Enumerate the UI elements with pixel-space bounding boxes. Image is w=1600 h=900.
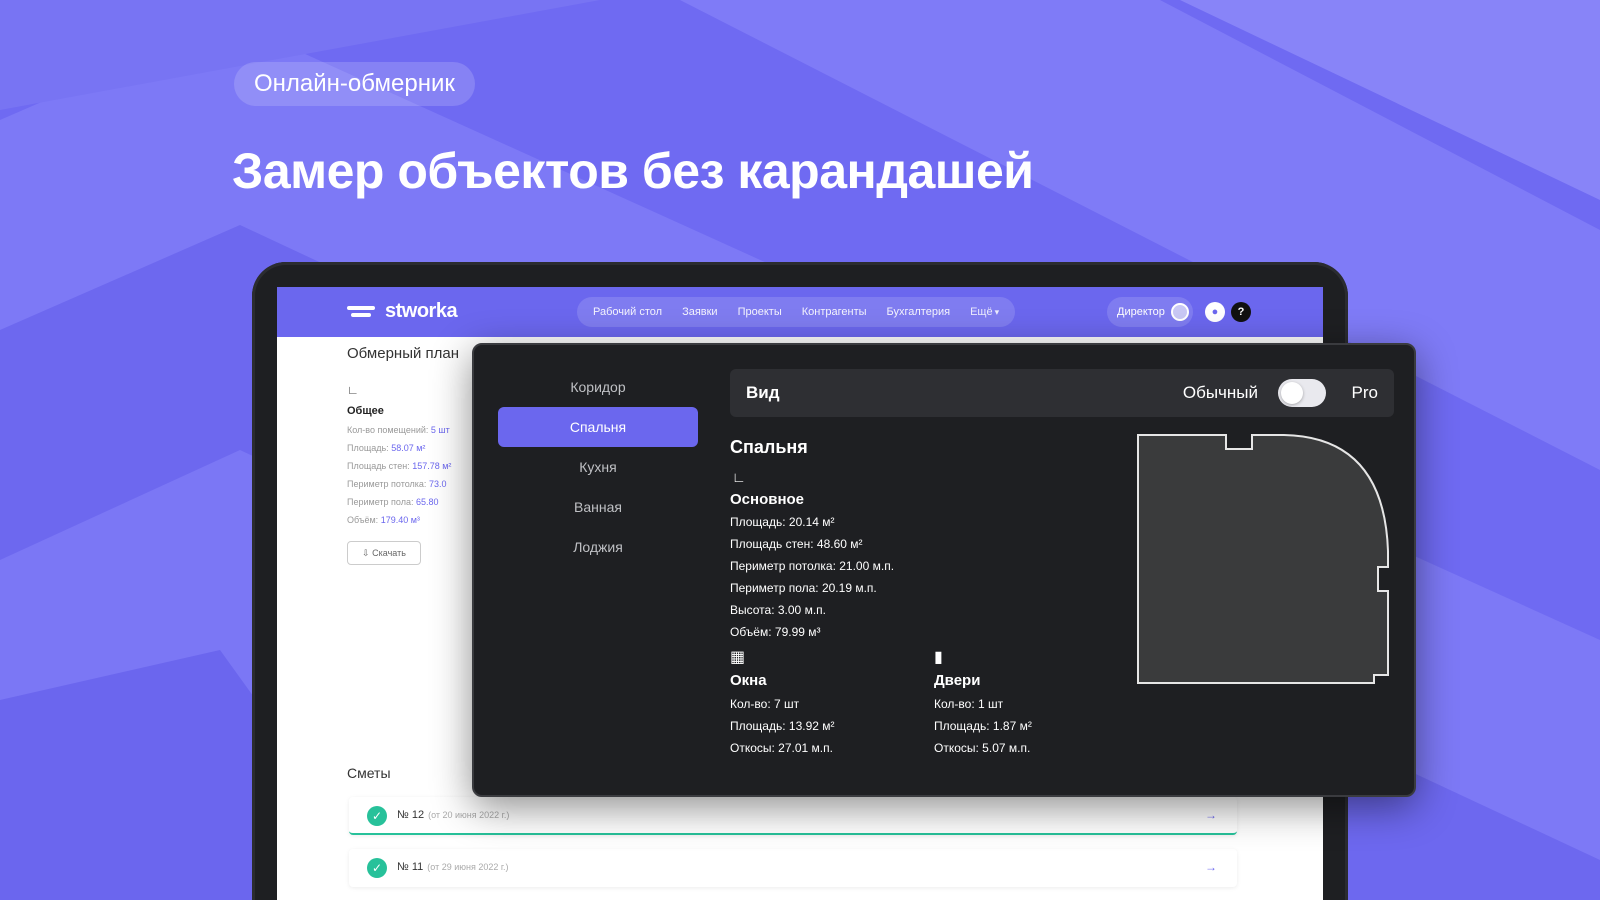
summary-item: Объём: 179.40 м³	[347, 515, 420, 525]
nav-item-more[interactable]: Ещё ▾	[960, 306, 1009, 318]
doors-section: ▮ Двери Кол-во: 1 шт Площадь: 1.87 м² От…	[934, 647, 1032, 759]
logo[interactable]: stworka	[347, 300, 458, 323]
download-button[interactable]: ⇩ Скачать	[347, 541, 421, 565]
summary-item: Кол-во помещений: 5 шт	[347, 425, 450, 435]
logo-mark-icon	[347, 305, 375, 319]
view-label: Вид	[746, 383, 780, 402]
windows-count: Кол-во: 7 шт	[730, 697, 800, 711]
estimate-number: № 12 (от 20 июня 2022 г.)	[397, 809, 510, 821]
summary-item: Площадь стен: 157.78 м²	[347, 461, 452, 471]
nav-item-desktop[interactable]: Рабочий стол	[583, 306, 672, 318]
chevron-down-icon: ▾	[994, 307, 1000, 317]
main-metrics: Площадь: 20.14 м² Площадь стен: 48.60 м²…	[730, 511, 894, 643]
metric-ceiling-perimeter: Периметр потолка: 21.00 м.п.	[730, 559, 895, 573]
arrow-right-icon[interactable]: →	[1205, 808, 1217, 822]
arrow-right-icon[interactable]: →	[1205, 860, 1217, 874]
room-measure-panel: Коридор Спальня Кухня Ванная Лоджия Вид …	[472, 343, 1416, 797]
user-role: Директор	[1117, 306, 1165, 318]
check-icon: ✓	[367, 858, 387, 878]
doors-heading: Двери	[934, 672, 981, 689]
page-title: Обмерный план	[347, 345, 460, 362]
room-item-corridor[interactable]: Коридор	[498, 367, 698, 407]
toggle-knob	[1281, 382, 1303, 404]
corner-icon: ∟	[347, 383, 359, 397]
download-button-label: Скачать	[372, 548, 406, 558]
help-icon[interactable]: ?	[1231, 302, 1251, 322]
room-item-bathroom[interactable]: Ванная	[498, 487, 698, 527]
estimates-title: Сметы	[347, 765, 391, 781]
avatar	[1170, 303, 1189, 321]
windows-slopes: Откосы: 27.01 м.п.	[730, 741, 833, 755]
summary-item: Периметр пола: 65.80	[347, 497, 439, 507]
room-list: Коридор Спальня Кухня Ванная Лоджия	[498, 367, 698, 567]
nav-item-contractors[interactable]: Контрагенты	[792, 306, 877, 318]
mode-normal-label: Обычный	[1182, 383, 1258, 402]
doors-slopes: Откосы: 5.07 м.п.	[934, 741, 1031, 755]
windows-section: ▦ Окна Кол-во: 7 шт Площадь: 13.92 м² От…	[730, 647, 835, 759]
table-row[interactable]: ✓ № 12 (от 20 июня 2022 г.) →	[349, 797, 1237, 835]
metric-floor-perimeter: Периметр пола: 20.19 м.п.	[730, 581, 877, 595]
metric-volume: Объём: 79.99 м³	[730, 625, 821, 639]
room-item-kitchen[interactable]: Кухня	[498, 447, 698, 487]
window-icon: ▦	[730, 649, 746, 666]
corner-icon: ∟	[732, 469, 746, 485]
nav-more-label: Ещё	[970, 306, 993, 318]
nav-item-accounting[interactable]: Бухгалтерия	[877, 306, 961, 318]
floor-plan-drawing[interactable]	[1134, 431, 1396, 687]
nav-item-requests[interactable]: Заявки	[672, 306, 728, 318]
summary-heading: Общее	[347, 405, 384, 417]
metric-height: Высота: 3.00 м.п.	[730, 603, 826, 617]
windows-area: Площадь: 13.92 м²	[730, 719, 835, 733]
doors-count: Кол-во: 1 шт	[934, 697, 1004, 711]
metric-wall-area: Площадь стен: 48.60 м²	[730, 537, 863, 551]
nav-item-projects[interactable]: Проекты	[728, 306, 792, 318]
mode-pro-label: Pro	[1351, 383, 1378, 402]
app-header: stworka Рабочий стол Заявки Проекты Конт…	[277, 287, 1323, 337]
top-nav: Рабочий стол Заявки Проекты Контрагенты …	[577, 297, 1016, 327]
logo-text: stworka	[385, 300, 458, 322]
mode-toggle[interactable]	[1278, 379, 1326, 407]
check-icon: ✓	[367, 806, 387, 826]
summary-item: Периметр потолка: 73.0	[347, 479, 447, 489]
view-bar: Вид Обычный Pro	[730, 369, 1394, 417]
summary-list: Кол-во помещений: 5 шт Площадь: 58.07 м²…	[347, 421, 451, 529]
user-menu[interactable]: Директор	[1107, 297, 1193, 327]
estimate-number: № 11 (от 29 июня 2022 г.)	[397, 861, 509, 873]
room-item-loggia[interactable]: Лоджия	[498, 527, 698, 567]
metric-area: Площадь: 20.14 м²	[730, 515, 835, 529]
main-heading: Основное	[730, 491, 805, 508]
headline: Замер объектов без карандашей	[232, 143, 1034, 199]
room-item-bedroom[interactable]: Спальня	[498, 407, 698, 447]
doors-area: Площадь: 1.87 м²	[934, 719, 1032, 733]
table-row[interactable]: ✓ № 11 (от 29 июня 2022 г.) →	[349, 849, 1237, 887]
notification-bell-icon[interactable]: ●	[1205, 302, 1225, 322]
summary-item: Площадь: 58.07 м²	[347, 443, 426, 453]
badge-pill: Онлайн-обмерник	[234, 62, 475, 106]
windows-heading: Окна	[730, 672, 767, 689]
door-icon: ▮	[934, 649, 943, 666]
room-title: Спальня	[730, 437, 808, 457]
